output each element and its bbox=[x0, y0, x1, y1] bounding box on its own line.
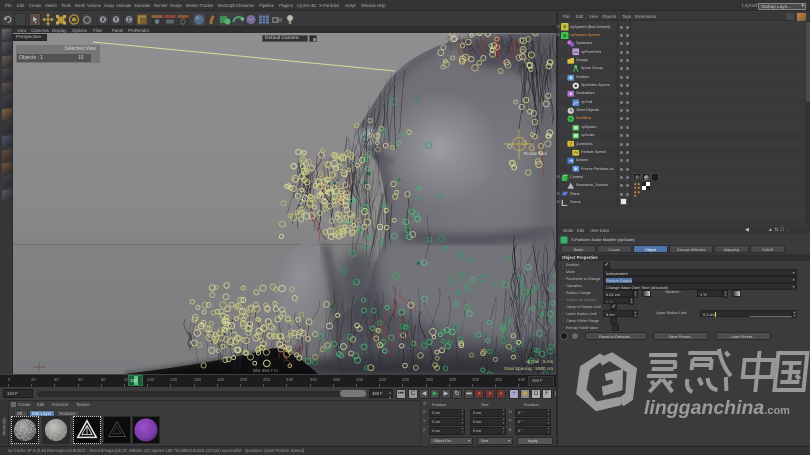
svg-text:Goal Spacing : 5000 cm: Goal Spacing : 5000 cm bbox=[504, 366, 553, 371]
svg-text:xpTrail : 5 ms: xpTrail : 5 ms bbox=[526, 359, 554, 364]
svg-text:Rotate Tool: Rotate Tool bbox=[524, 151, 547, 156]
svg-text:?: ? bbox=[569, 142, 572, 148]
svg-text:lingganchina.com: lingganchina.com bbox=[644, 397, 790, 419]
svg-text:X: X bbox=[101, 17, 105, 23]
svg-text:Y: Y bbox=[114, 17, 118, 23]
svg-text:Dist 254.7 m: Dist 254.7 m bbox=[253, 368, 278, 373]
